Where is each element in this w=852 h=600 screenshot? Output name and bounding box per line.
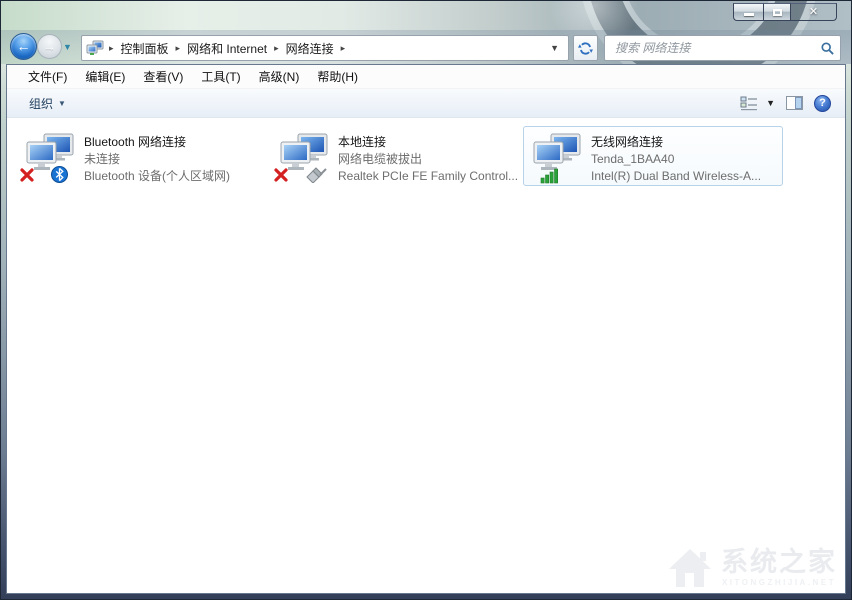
maximize-button[interactable] <box>763 3 791 21</box>
toolbar-right-group: ▼ ? <box>740 95 831 112</box>
minimize-icon <box>744 13 754 16</box>
menu-edit[interactable]: 编辑(E) <box>76 65 134 88</box>
address-dropdown-icon[interactable]: ▼ <box>543 43 566 53</box>
breadcrumb-network-internet[interactable]: 网络和 Internet <box>184 39 270 58</box>
breadcrumb-separator[interactable]: ▸ <box>172 43 185 54</box>
menu-help[interactable]: 帮助(H) <box>308 65 367 88</box>
window-titlebar: ✕ ← → ▼ ▸ 控制面板 ▸ 网络和 Internet ▸ 网络连接 ▸ <box>1 1 851 64</box>
connections-list: Bluetooth 网络连接 未连接 Bluetooth 设备(个人区域网) <box>7 120 845 593</box>
menu-tools[interactable]: 工具(T) <box>192 65 249 88</box>
connection-name: 无线网络连接 <box>591 134 761 151</box>
menu-view[interactable]: 查看(V) <box>134 65 192 88</box>
change-view-icon[interactable] <box>740 96 759 111</box>
search-box[interactable] <box>604 35 841 61</box>
connection-device: Bluetooth 设备(个人区域网) <box>84 168 230 185</box>
views-dropdown-icon[interactable]: ▼ <box>766 98 775 108</box>
menu-bar: 文件(F) 编辑(E) 查看(V) 工具(T) 高级(N) 帮助(H) <box>7 65 845 89</box>
organize-dropdown-icon: ▼ <box>58 99 66 108</box>
toolbar: 组织 ▼ ▼ ? <box>7 89 845 118</box>
back-arrow-icon: ← <box>17 39 31 53</box>
breadcrumb-control-panel[interactable]: 控制面板 <box>118 39 172 58</box>
breadcrumb-separator[interactable]: ▸ <box>270 43 283 54</box>
organize-label: 组织 <box>29 95 53 112</box>
preview-pane-icon[interactable] <box>786 96 803 110</box>
window-body: 文件(F) 编辑(E) 查看(V) 工具(T) 高级(N) 帮助(H) 组织 ▼ <box>6 64 846 594</box>
back-button[interactable]: ← <box>10 33 37 60</box>
refresh-icon <box>578 41 593 56</box>
connection-name: Bluetooth 网络连接 <box>84 134 230 151</box>
organize-button[interactable]: 组织 ▼ <box>21 92 74 115</box>
address-bar[interactable]: ▸ 控制面板 ▸ 网络和 Internet ▸ 网络连接 ▸ ▼ <box>81 35 569 61</box>
breadcrumb-separator[interactable]: ▸ <box>337 43 350 54</box>
network-connections-window: ✕ ← → ▼ ▸ 控制面板 ▸ 网络和 Internet ▸ 网络连接 ▸ <box>0 0 852 600</box>
help-icon: ? <box>819 97 826 109</box>
connection-item-bluetooth[interactable]: Bluetooth 网络连接 未连接 Bluetooth 设备(个人区域网) <box>25 133 275 185</box>
network-adapter-icon <box>532 133 584 181</box>
watermark-subtitle: XITONGZHIJIA.NET <box>722 578 836 587</box>
connection-device: Realtek PCIe FE Family Control... <box>338 168 518 185</box>
help-button[interactable]: ? <box>814 95 831 112</box>
connection-text: 本地连接 网络电缆被拔出 Realtek PCIe FE Family Cont… <box>338 133 518 185</box>
error-x-icon <box>19 167 35 183</box>
close-icon: ✕ <box>809 7 818 18</box>
ethernet-plug-icon <box>305 167 327 183</box>
connection-status: Tenda_1BAA40 <box>591 151 761 168</box>
bluetooth-icon <box>51 166 68 183</box>
watermark-title: 系统之家 <box>721 549 837 576</box>
caption-buttons: ✕ <box>733 3 837 21</box>
connection-device: Intel(R) Dual Band Wireless-A... <box>591 168 761 185</box>
menu-advanced[interactable]: 高级(N) <box>250 65 309 88</box>
forward-button[interactable]: → <box>37 34 62 59</box>
history-dropdown-icon[interactable]: ▼ <box>63 42 72 52</box>
connection-item-wireless[interactable]: 无线网络连接 Tenda_1BAA40 Intel(R) Dual Band W… <box>523 126 783 186</box>
refresh-button[interactable] <box>573 35 598 61</box>
connection-text: Bluetooth 网络连接 未连接 Bluetooth 设备(个人区域网) <box>84 133 230 185</box>
connection-name: 本地连接 <box>338 134 518 151</box>
breadcrumb-separator: ▸ <box>105 43 118 54</box>
error-x-icon <box>273 167 289 183</box>
network-adapter-icon <box>25 133 77 181</box>
breadcrumb-network-connections[interactable]: 网络连接 <box>283 39 337 58</box>
menu-file[interactable]: 文件(F) <box>19 65 76 88</box>
connection-text: 无线网络连接 Tenda_1BAA40 Intel(R) Dual Band W… <box>591 133 761 185</box>
close-button[interactable]: ✕ <box>791 3 837 21</box>
search-input[interactable] <box>613 40 821 56</box>
connection-status: 网络电缆被拔出 <box>338 151 518 168</box>
watermark: 系统之家 XITONGZHIJIA.NET <box>667 547 837 589</box>
search-icon <box>821 42 834 55</box>
network-adapter-icon <box>279 133 331 181</box>
watermark-text: 系统之家 XITONGZHIJIA.NET <box>721 549 837 587</box>
watermark-house-icon <box>667 547 713 589</box>
forward-arrow-icon: → <box>43 40 56 53</box>
connection-item-local[interactable]: 本地连接 网络电缆被拔出 Realtek PCIe FE Family Cont… <box>279 133 529 185</box>
maximize-icon <box>773 9 782 16</box>
signal-bars-icon <box>540 167 560 184</box>
minimize-button[interactable] <box>733 3 763 21</box>
connection-status: 未连接 <box>84 151 230 168</box>
network-folder-icon <box>86 40 104 56</box>
